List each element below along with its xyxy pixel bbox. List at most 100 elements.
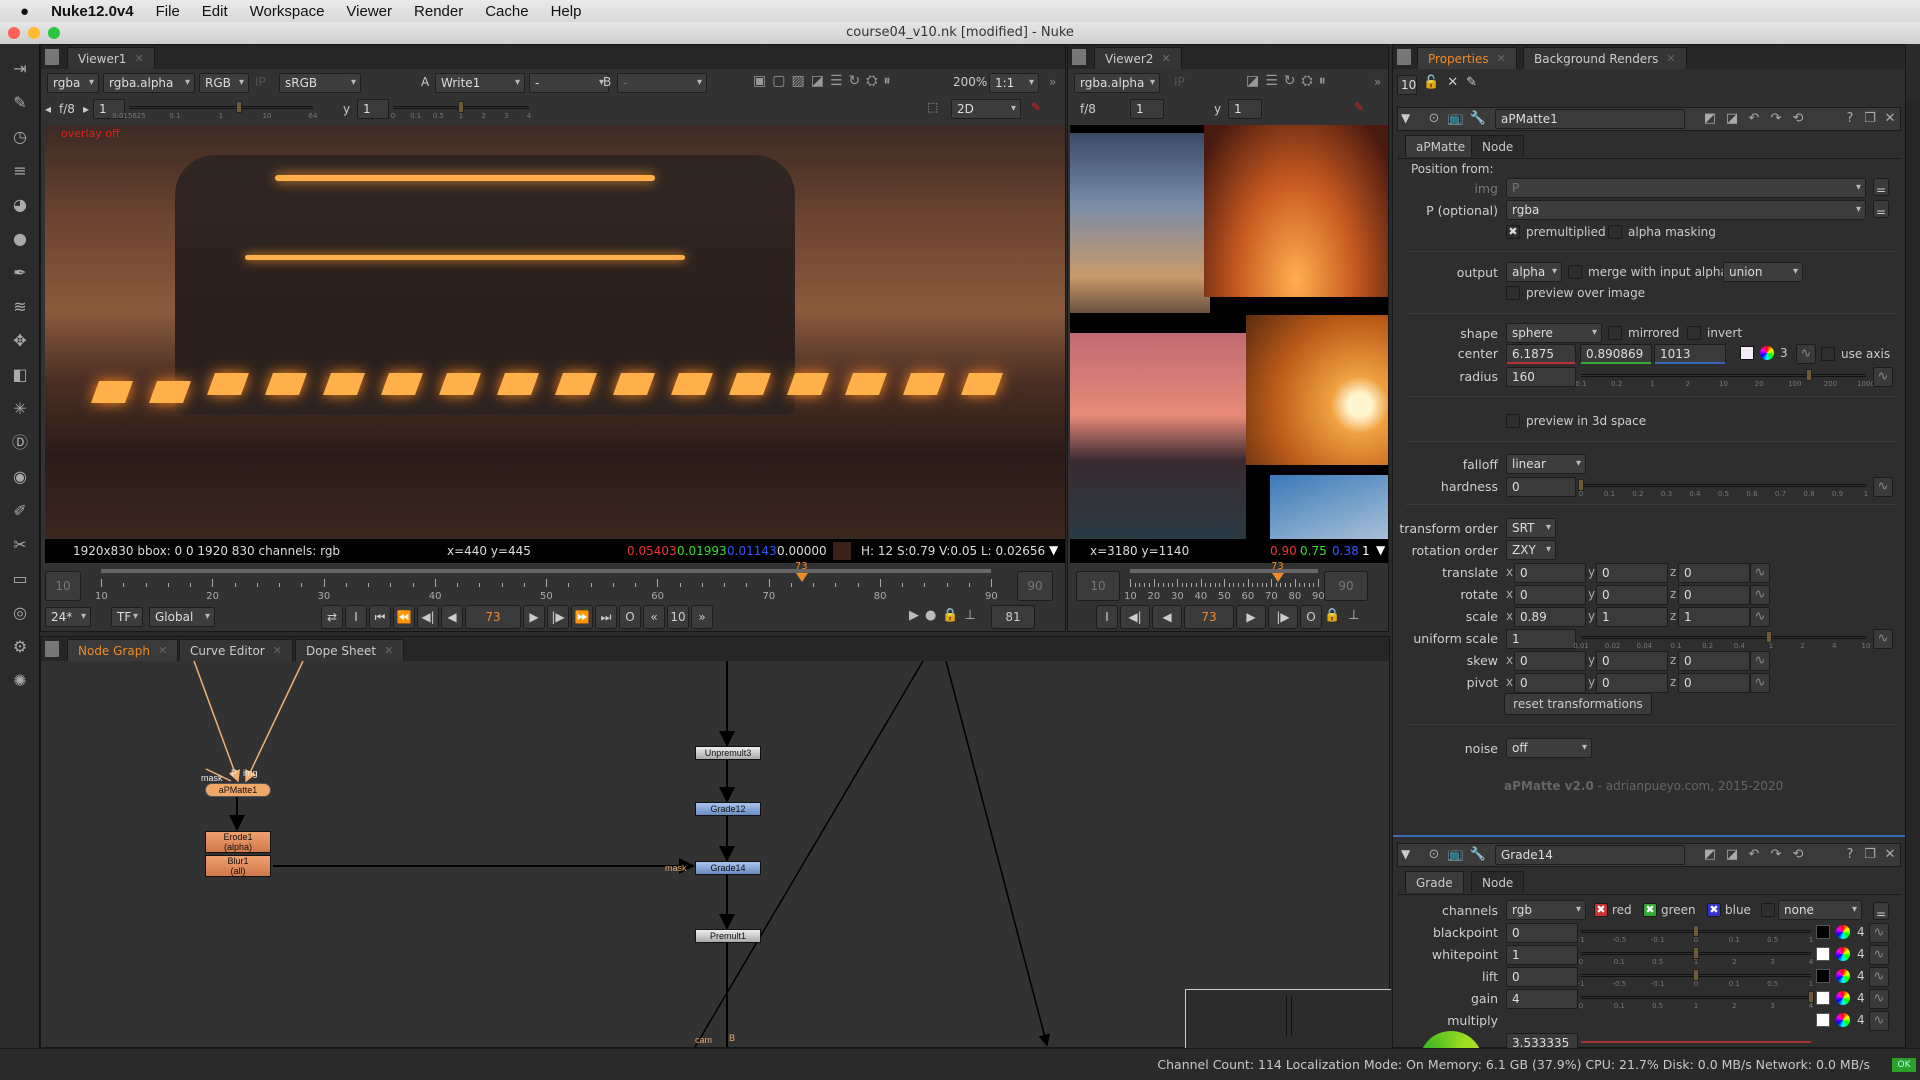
- help-icon[interactable]: ?: [1841, 110, 1859, 128]
- paint-icon[interactable]: ✎: [1354, 100, 1364, 114]
- node-color-icon[interactable]: ◩: [1701, 846, 1719, 864]
- whitepoint-slider[interactable]: 0 0.1 0.5 1 2 3 4: [1579, 947, 1813, 966]
- preview-over-image-checkbox[interactable]: [1506, 286, 1520, 300]
- next-keyframe-icon[interactable]: ⏩: [571, 605, 593, 629]
- reset-transformations-button[interactable]: reset transformations: [1504, 693, 1652, 715]
- refresh-icon[interactable]: ↻: [1284, 73, 1296, 89]
- radius-slider[interactable]: 0.1 0.2 1 2 10 20 100 200 1000: [1575, 369, 1875, 388]
- info-menu-icon[interactable]: ▼: [1049, 543, 1058, 557]
- animation-curve-button[interactable]: ∿: [1750, 563, 1770, 583]
- radius-input[interactable]: 160: [1506, 367, 1576, 387]
- node-color-icon[interactable]: ◩: [1701, 110, 1719, 128]
- next-increment-icon[interactable]: |▶: [1268, 605, 1298, 629]
- merge-toolbar-icon[interactable]: ≋: [8, 296, 32, 318]
- a-input-dropdown[interactable]: Write1: [435, 73, 525, 93]
- pivot-y-input[interactable]: 0: [1596, 673, 1668, 693]
- close-tab-icon[interactable]: ✕: [273, 640, 282, 662]
- alpha-masking-checkbox[interactable]: [1608, 225, 1622, 239]
- timeline-start[interactable]: 10: [45, 571, 81, 601]
- gpu-icon[interactable]: ⛭: [866, 73, 877, 89]
- animation-curve-button[interactable]: ∿: [1750, 607, 1770, 627]
- pane-menu-icon[interactable]: [1072, 49, 1086, 65]
- slider-handle[interactable]: [1766, 631, 1773, 643]
- ruler-icon[interactable]: ⊥: [965, 608, 976, 623]
- safe-area-icon[interactable]: ▢: [772, 73, 785, 89]
- collapse-icon[interactable]: ▼: [1401, 111, 1410, 125]
- panel-tab-node[interactable]: Node: [1471, 871, 1525, 893]
- apple-icon[interactable]: ●: [20, 3, 29, 20]
- slider-handle[interactable]: [1808, 991, 1814, 1003]
- panel-tab-node[interactable]: Node: [1471, 135, 1525, 157]
- center-y-input[interactable]: 0.890869: [1580, 344, 1652, 364]
- toolsets-toolbar-icon[interactable]: ✂: [8, 534, 32, 556]
- close-panel-icon[interactable]: ✕: [1881, 110, 1899, 128]
- mask-channel-dropdown[interactable]: none: [1778, 900, 1862, 920]
- animation-curve-button[interactable]: ∿: [1796, 344, 1816, 364]
- b-input-dropdown[interactable]: -: [617, 73, 707, 93]
- refresh-icon[interactable]: ↻: [849, 73, 861, 89]
- close-tab-icon[interactable]: ✕: [1161, 48, 1170, 70]
- lock-icon[interactable]: 🔓: [1423, 75, 1439, 90]
- color-wheel-icon[interactable]: [1836, 1013, 1850, 1027]
- rotation-order-dropdown[interactable]: ZXY: [1506, 540, 1556, 560]
- panel-tab-apmatte[interactable]: aPMatte: [1405, 135, 1477, 157]
- in-point-button[interactable]: I: [345, 605, 367, 629]
- loop-mode-icon[interactable]: ⇄: [321, 605, 343, 629]
- viewer1-image[interactable]: overlay off: [45, 125, 1065, 539]
- zebra-icon[interactable]: ▨: [791, 73, 804, 89]
- fstop-label[interactable]: f/8: [59, 102, 75, 116]
- redo-icon[interactable]: ↷: [1767, 110, 1785, 128]
- animation-curve-button[interactable]: ∿: [1750, 585, 1770, 605]
- node-blur1[interactable]: Blur1 (all): [205, 855, 271, 877]
- animation-curve-button[interactable]: ∿: [1869, 923, 1889, 943]
- pane-menu-icon[interactable]: [45, 641, 59, 657]
- premultiplied-checkbox[interactable]: ✖: [1506, 225, 1520, 239]
- use-axis-checkbox[interactable]: [1821, 347, 1835, 361]
- merge-operation-dropdown[interactable]: union: [1723, 262, 1803, 282]
- animation-curve-button[interactable]: ∿: [1869, 945, 1889, 965]
- translate-z-input[interactable]: 0: [1678, 563, 1750, 583]
- equal-button[interactable]: =: [1873, 178, 1889, 197]
- display-dropdown[interactable]: RGB: [199, 73, 249, 93]
- node-name-input[interactable]: Grade14: [1495, 845, 1685, 865]
- hardness-input[interactable]: 0: [1506, 477, 1576, 497]
- pause-icon[interactable]: ⏸: [1319, 73, 1326, 89]
- output-dropdown[interactable]: alpha: [1506, 262, 1562, 282]
- node-apmatte1[interactable]: aPMatte1: [205, 783, 271, 797]
- fstop-next-icon[interactable]: ▸: [83, 102, 89, 116]
- uniform-scale-slider[interactable]: 0.01 0.02 0.04 0.1 0.2 0.4 1 2 4 10: [1573, 631, 1870, 650]
- whitepoint-color-swatch[interactable]: [1816, 947, 1830, 961]
- slider-handle[interactable]: [458, 101, 464, 113]
- slider-handle[interactable]: [1578, 479, 1584, 491]
- blackpoint-color-swatch[interactable]: [1816, 925, 1830, 939]
- revert-icon[interactable]: ⟲: [1789, 846, 1807, 864]
- timeline-range-bar[interactable]: [101, 569, 991, 573]
- nuke-toolbar-icon[interactable]: ✺: [8, 670, 32, 692]
- preview-3d-space-checkbox[interactable]: [1506, 414, 1520, 428]
- node-grade12[interactable]: Grade12: [695, 802, 761, 816]
- out-point-button[interactable]: O: [619, 605, 641, 629]
- metadata-toolbar-icon[interactable]: ✐: [8, 500, 32, 522]
- green-channel-checkbox[interactable]: ✖: [1643, 903, 1657, 917]
- tf-dropdown[interactable]: TF: [111, 607, 143, 627]
- node-premult1[interactable]: Premult1: [695, 929, 761, 943]
- prev-keyframe-icon[interactable]: ⏪: [393, 605, 415, 629]
- falloff-dropdown[interactable]: linear: [1506, 454, 1586, 474]
- playhead-marker[interactable]: [1272, 573, 1285, 582]
- close-tab-icon[interactable]: ✕: [1497, 48, 1506, 70]
- revert-icon[interactable]: ⟲: [1789, 110, 1807, 128]
- close-window-button[interactable]: [8, 27, 20, 39]
- lut-dropdown[interactable]: sRGB: [279, 73, 361, 93]
- wrench-icon[interactable]: 🔧: [1469, 846, 1487, 864]
- translate-y-input[interactable]: 0: [1596, 563, 1668, 583]
- float-panel-icon[interactable]: ❐: [1861, 846, 1879, 864]
- animation-curve-button[interactable]: ∿: [1873, 367, 1893, 387]
- pause-icon[interactable]: ⏸: [883, 73, 890, 89]
- lift-color-swatch[interactable]: [1816, 969, 1830, 983]
- transform-toolbar-icon[interactable]: ✥: [8, 330, 32, 352]
- slider-handle[interactable]: [1693, 947, 1699, 959]
- other-toolbar-icon[interactable]: ▭: [8, 568, 32, 590]
- blue-channel-checkbox[interactable]: ✖: [1707, 903, 1721, 917]
- more-chevron-icon[interactable]: »: [1049, 75, 1056, 89]
- lines-icon[interactable]: ☰: [1265, 73, 1278, 89]
